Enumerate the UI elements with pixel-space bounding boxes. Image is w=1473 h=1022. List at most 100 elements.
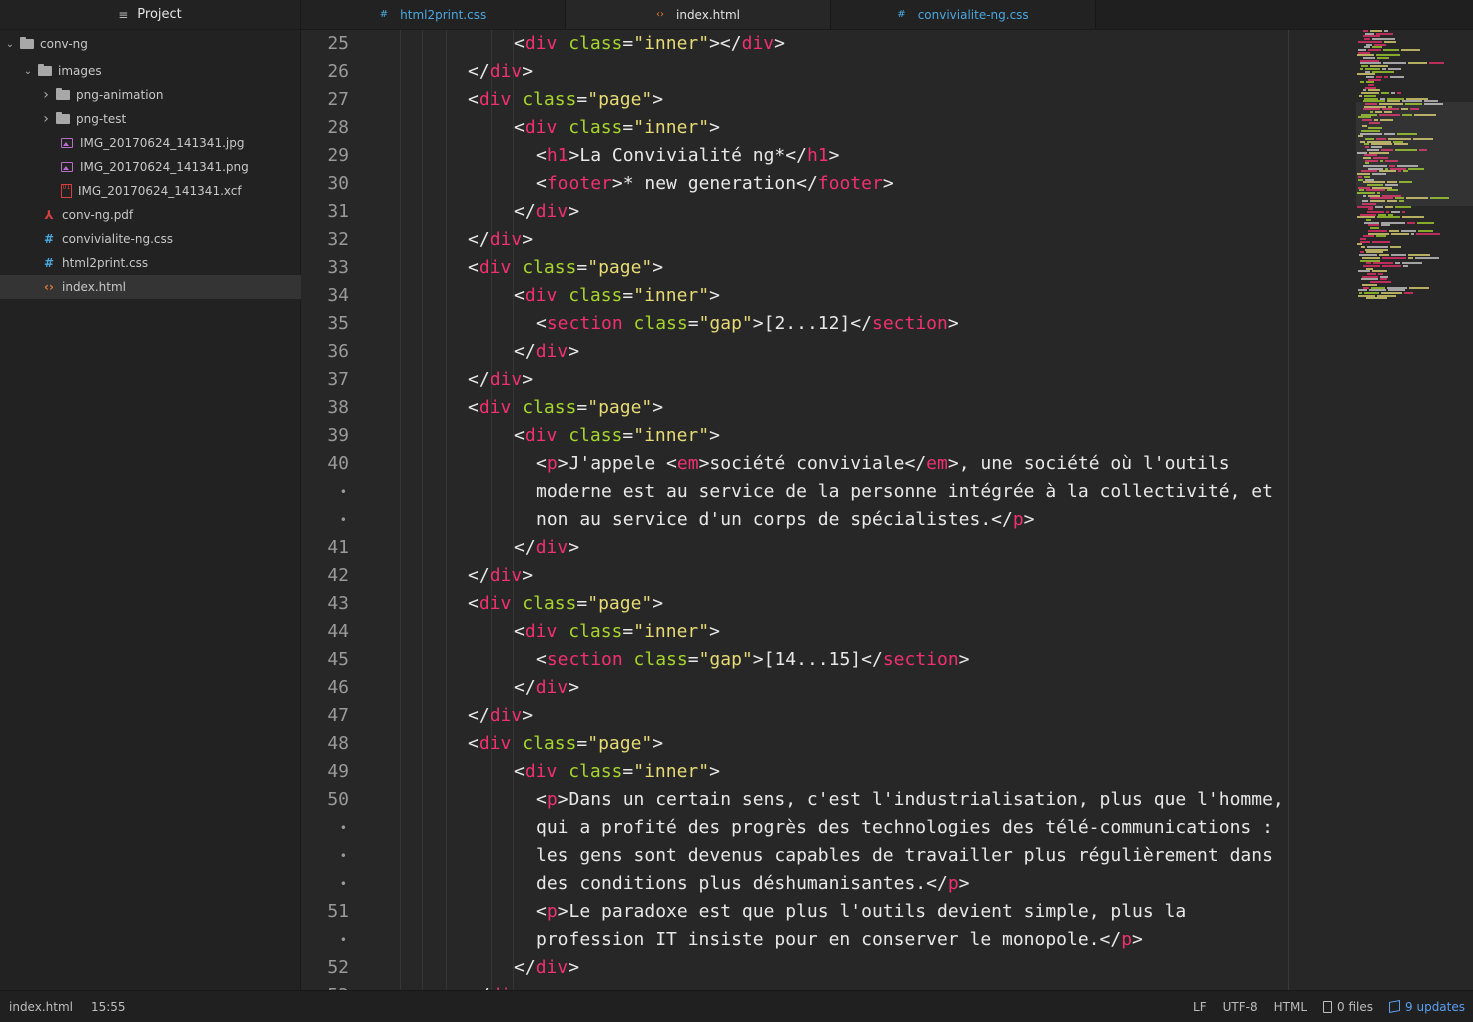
code-line[interactable]: <div class="inner"> <box>514 618 720 646</box>
code-line[interactable]: </div> <box>468 58 533 86</box>
code-line[interactable]: <div class="inner"></div> <box>514 30 785 58</box>
tab-convivialite-ng-css[interactable]: # convivialite-ng.css <box>831 0 1096 29</box>
minimap-stroke <box>1360 62 1381 65</box>
minimap-stroke <box>1416 232 1440 235</box>
code-line[interactable]: <div class="page"> <box>468 86 663 114</box>
code-line[interactable]: <div class="page"> <box>468 590 663 618</box>
code-token: </ <box>514 341 536 362</box>
tab-index-html[interactable]: ‹› index.html <box>566 0 831 29</box>
code-line[interactable]: </div> <box>514 674 579 702</box>
code-line[interactable]: </div> <box>468 562 533 590</box>
code-line[interactable]: </div> <box>468 366 533 394</box>
code-token: = <box>622 425 634 446</box>
minimap-stroke <box>1363 35 1380 38</box>
tree-item-png-test[interactable]: › png-test <box>0 107 340 131</box>
code-line[interactable]: <div class="inner"> <box>514 282 720 310</box>
menu-icon[interactable]: ≡ <box>118 8 128 22</box>
minimap-stroke <box>1390 246 1401 248</box>
code-line[interactable]: </div> <box>468 702 533 730</box>
minimap-viewport[interactable] <box>1356 102 1473 206</box>
code-token: > <box>652 397 664 418</box>
tree-item-index-html[interactable]: ‹› index.html <box>0 275 342 299</box>
status-encoding[interactable]: UTF-8 <box>1223 1000 1258 1014</box>
code-line[interactable]: <h1>La Convivialité ng*</h1> <box>536 142 839 170</box>
minimap-stroke <box>1388 67 1401 70</box>
status-line-ending[interactable]: LF <box>1193 1000 1207 1014</box>
code-line[interactable]: </div> <box>514 954 579 982</box>
code-line[interactable]: </div> <box>468 226 533 254</box>
code-token: = <box>576 593 588 614</box>
code-token: </ <box>468 61 490 82</box>
code-line[interactable]: <section class="gap">[14...15]</section> <box>536 646 970 674</box>
status-cursor-position[interactable]: 15:55 <box>91 1000 126 1014</box>
code-token: class <box>568 33 623 54</box>
code-line[interactable]: </div> <box>468 982 533 990</box>
chevron-down-icon[interactable]: ⌄ <box>22 66 34 77</box>
minimap-stroke <box>1367 273 1376 275</box>
code-editor[interactable]: 25 26 27 28 29 30 31 32 33 34 35 36 37 38 39 40 • • 41 42 43… <box>301 30 1473 990</box>
code-line[interactable]: <p>Le paradoxe est que plus l'outils dev… <box>536 898 1186 926</box>
tree-item-label: index.html <box>62 280 126 294</box>
code-line[interactable]: <div class="page"> <box>468 254 663 282</box>
code-line[interactable]: </div> <box>514 534 579 562</box>
code-token: class <box>633 649 688 670</box>
status-grammar[interactable]: HTML <box>1274 1000 1307 1014</box>
code-line[interactable]: non au service d'un corps de spécialiste… <box>536 506 1035 534</box>
tab-html2print-css[interactable]: # html2print.css <box>301 0 566 29</box>
code-line[interactable]: <div class="page"> <box>468 730 663 758</box>
code-line[interactable]: profession IT insiste pour en conserver … <box>536 926 1143 954</box>
code-line[interactable]: <footer>* new generation</footer> <box>536 170 894 198</box>
tree-item-png-animation[interactable]: › png-animation <box>0 83 340 107</box>
code-line[interactable]: </div> <box>514 198 579 226</box>
code-line[interactable]: moderne est au service de la personne in… <box>536 478 1273 506</box>
code-token: class <box>568 285 623 306</box>
tree-item-label: IMG_20170624_141341.png <box>80 160 249 174</box>
code-line[interactable]: <section class="gap">[2...12]</section> <box>536 310 959 338</box>
tree-item-conv-ng[interactable]: ⌄ conv-ng <box>0 32 304 56</box>
code-line[interactable]: <div class="inner"> <box>514 114 720 142</box>
code-line[interactable]: les gens sont devenus capables de travai… <box>536 842 1273 870</box>
code-token: class <box>568 425 623 446</box>
code-line[interactable]: <div class="inner"> <box>514 758 720 786</box>
chevron-down-icon[interactable]: ⌄ <box>4 39 16 50</box>
minimap-stroke <box>1363 286 1369 289</box>
code-line[interactable]: qui a profité des progrès des technologi… <box>536 814 1273 842</box>
code-token: > <box>1132 929 1143 950</box>
code-line[interactable]: <div class="page"> <box>468 394 663 422</box>
code-token: < <box>514 117 525 138</box>
minimap-stroke <box>1372 270 1387 273</box>
status-git-files[interactable]: 0 files <box>1323 1000 1373 1014</box>
code-token: < <box>514 33 525 54</box>
tree-item-images[interactable]: ⌄ images <box>0 59 322 83</box>
minimap-stroke <box>1362 283 1377 286</box>
minimap-stroke <box>1401 229 1416 232</box>
code-token: div <box>535 341 569 362</box>
code-line[interactable]: <p>Dans un certain sens, c'est l'industr… <box>536 786 1284 814</box>
minimap-stroke <box>1366 251 1383 254</box>
chevron-right-icon[interactable]: › <box>40 87 52 103</box>
code-token: < <box>514 761 525 782</box>
image-file-icon <box>61 162 73 172</box>
minimap-stroke <box>1365 32 1374 35</box>
code-line[interactable]: <p>J'appele <em>société conviviale</em>,… <box>536 450 1230 478</box>
status-file-name[interactable]: index.html <box>9 1000 73 1014</box>
tree-item-conv-ng-pdf[interactable]: ⅄ conv-ng.pdf <box>0 203 342 227</box>
tree-item-label: conv-ng.pdf <box>62 208 134 222</box>
code-area[interactable]: <div class="inner"></div> </div> <div clas… <box>301 30 1473 990</box>
code-token: > <box>568 537 580 558</box>
code-line[interactable]: </div> <box>514 338 579 366</box>
status-updates[interactable]: 9 updates <box>1389 1000 1465 1014</box>
code-line[interactable]: des conditions plus déshumanisantes.</p> <box>536 870 970 898</box>
minimap-stroke <box>1368 78 1381 81</box>
tree-item-convivialite-ng-css[interactable]: # convivialite-ng.css <box>0 227 342 251</box>
code-line[interactable]: <div class="inner"> <box>514 422 720 450</box>
code-token: div <box>524 285 558 306</box>
tree-item-label: html2print.css <box>62 256 149 270</box>
code-token: </ <box>468 229 490 250</box>
tree-item-html2print-css[interactable]: # html2print.css <box>0 251 342 275</box>
code-token: </ <box>514 957 536 978</box>
code-token: p <box>1012 509 1024 530</box>
chevron-right-icon[interactable]: › <box>40 111 52 127</box>
minimap-stroke <box>1367 246 1388 248</box>
